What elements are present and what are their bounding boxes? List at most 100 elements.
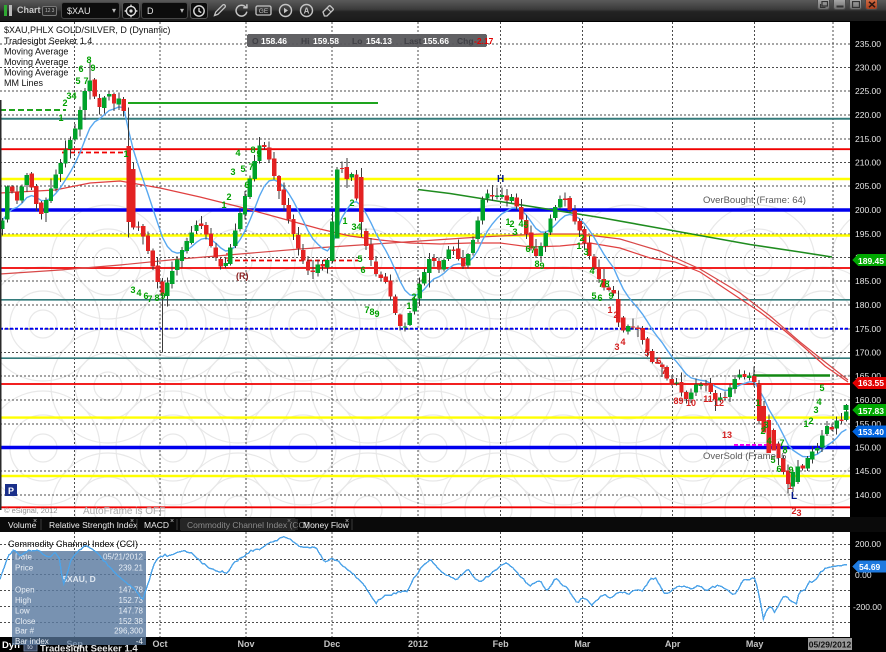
svg-text:150.00: 150.00 (855, 443, 881, 453)
svg-text:1: 1 (576, 241, 581, 251)
svg-text:Apr: Apr (665, 639, 681, 649)
svg-text:Open: Open (15, 586, 35, 595)
svg-text:May: May (746, 639, 764, 649)
svg-text:7: 7 (598, 279, 603, 289)
svg-text:8: 8 (250, 145, 255, 155)
svg-text:2: 2 (411, 292, 416, 302)
svg-text:54.69: 54.69 (859, 562, 881, 572)
svg-text:×: × (130, 518, 134, 525)
svg-text:Money Flow: Money Flow (303, 520, 350, 530)
svg-text:×: × (170, 518, 174, 525)
svg-text:Bar index: Bar index (15, 637, 49, 646)
svg-text:155.66: 155.66 (423, 36, 449, 46)
svg-text:MACD: MACD (144, 520, 169, 530)
svg-text:3: 3 (796, 508, 801, 518)
svg-text:Bar #: Bar # (15, 627, 35, 636)
svg-text:9: 9 (539, 261, 544, 271)
svg-text:5: 5 (75, 76, 80, 86)
svg-text:Moving Average: Moving Average (4, 47, 68, 57)
svg-text:9: 9 (90, 63, 95, 73)
svg-text:153.40: 153.40 (858, 427, 884, 437)
svg-text:175.00: 175.00 (855, 324, 881, 334)
svg-text:189.45: 189.45 (858, 256, 884, 266)
svg-text:4: 4 (589, 266, 594, 276)
svg-text:×: × (345, 518, 349, 525)
svg-text:6: 6 (244, 180, 249, 190)
svg-text:Feb: Feb (493, 639, 510, 649)
svg-text:140.00: 140.00 (855, 490, 881, 500)
svg-text:3: 3 (230, 167, 235, 177)
svg-text:×: × (33, 518, 37, 525)
svg-text:5: 5 (357, 254, 362, 264)
svg-text:Moving Average: Moving Average (4, 57, 68, 67)
svg-text:2012: 2012 (408, 639, 428, 649)
svg-text:A: A (304, 6, 310, 15)
svg-text:7: 7 (661, 366, 666, 376)
svg-text:1: 1 (787, 481, 792, 491)
svg-text:9: 9 (256, 149, 261, 159)
svg-text:205.00: 205.00 (855, 181, 881, 191)
svg-text:10: 10 (686, 398, 696, 408)
svg-text:2: 2 (613, 310, 618, 320)
svg-text:9: 9 (788, 465, 793, 475)
svg-text:3: 3 (130, 285, 135, 295)
svg-text:195.00: 195.00 (855, 229, 881, 239)
svg-text:AutoFrame is OFF: AutoFrame is OFF (83, 506, 165, 517)
svg-text:1: 1 (58, 113, 63, 123)
svg-text:180.00: 180.00 (855, 300, 881, 310)
svg-text:7: 7 (248, 162, 253, 172)
svg-text:7: 7 (147, 294, 152, 304)
svg-text:147.78: 147.78 (119, 607, 144, 616)
svg-text:185.00: 185.00 (855, 276, 881, 286)
svg-text:-2.17: -2.17 (474, 36, 494, 46)
svg-text:1: 1 (607, 305, 612, 315)
svg-text:145.00: 145.00 (855, 466, 881, 476)
svg-text:159.58: 159.58 (313, 36, 339, 46)
svg-text:Commodity Channel Index (CCI): Commodity Channel Index (CCI) (8, 539, 138, 549)
svg-text:296,300: 296,300 (114, 627, 143, 636)
svg-text:4: 4 (421, 274, 426, 284)
svg-text:210.00: 210.00 (855, 158, 881, 168)
svg-text:239.21: 239.21 (119, 564, 144, 573)
svg-text:163.55: 163.55 (858, 378, 884, 388)
svg-text:Nov: Nov (237, 639, 254, 649)
svg-text:230.00: 230.00 (855, 63, 881, 73)
svg-text:4: 4 (620, 337, 625, 347)
svg-text:1: 1 (342, 216, 347, 226)
svg-text:200.00: 200.00 (855, 205, 881, 215)
svg-text:$XAU,PHLX GOLD/SILVER, D (Dyna: $XAU,PHLX GOLD/SILVER, D (Dynamic) (4, 25, 170, 35)
svg-text:4: 4 (71, 91, 76, 101)
svg-text:Low: Low (15, 607, 30, 616)
svg-text:Tradesight Seeker 1.4: Tradesight Seeker 1.4 (4, 36, 92, 46)
svg-text:1: 1 (406, 301, 411, 311)
svg-text:7: 7 (83, 76, 88, 86)
svg-text:9: 9 (678, 396, 683, 406)
svg-text:3: 3 (583, 247, 588, 257)
svg-text:1: 1 (123, 149, 128, 159)
svg-text:200.00: 200.00 (855, 539, 881, 549)
svg-text:© eSignal, 2012: © eSignal, 2012 (4, 506, 57, 515)
svg-text:Chg: Chg (457, 36, 474, 46)
svg-text:12: 12 (714, 398, 724, 408)
svg-text:Mar: Mar (574, 639, 591, 649)
svg-text:P: P (8, 486, 14, 496)
svg-text:6: 6 (597, 293, 602, 303)
svg-text:2: 2 (808, 416, 813, 426)
svg-text:8: 8 (604, 279, 609, 289)
svg-text:6: 6 (78, 64, 83, 74)
svg-text:×: × (287, 518, 291, 525)
svg-text:OverBought (Frame: 64): OverBought (Frame: 64) (703, 195, 806, 206)
svg-text:1: 1 (755, 398, 760, 408)
svg-text:Lo: Lo (352, 36, 362, 46)
svg-text:5: 5 (591, 291, 596, 301)
svg-text:4: 4 (235, 148, 240, 158)
svg-text:7: 7 (530, 245, 535, 255)
svg-text:157.83: 157.83 (858, 406, 884, 416)
svg-text:High: High (15, 596, 31, 605)
svg-text:3: 3 (512, 227, 517, 237)
svg-text:Commodity Channel Index (CCI): Commodity Channel Index (CCI) (187, 520, 310, 530)
svg-text:160.00: 160.00 (855, 395, 881, 405)
svg-text:Price: Price (15, 564, 34, 573)
svg-text:152.38: 152.38 (119, 617, 144, 626)
svg-text:3: 3 (763, 420, 768, 430)
